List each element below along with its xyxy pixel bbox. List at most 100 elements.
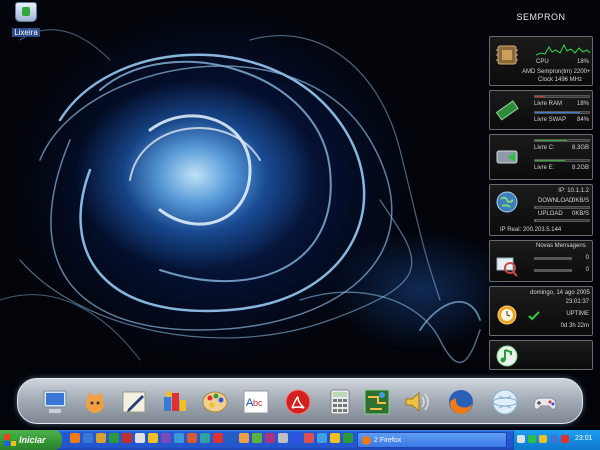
dock-item-globe[interactable] xyxy=(489,386,521,418)
quicklaunch-app1-icon[interactable] xyxy=(122,433,132,443)
svg-text:bc: bc xyxy=(253,398,263,408)
cpu-model: AMD Sempron(tm) 2200+ xyxy=(522,69,591,75)
dock-item-gamepad[interactable] xyxy=(529,386,561,418)
tray-alert-icon[interactable] xyxy=(561,435,569,443)
taskbar-button-firefox[interactable]: 2 Firefox xyxy=(357,432,507,448)
dock-item-network[interactable] xyxy=(361,386,393,418)
speaker-icon xyxy=(405,391,429,413)
tray-network-icon[interactable] xyxy=(517,435,525,443)
memory-panel: Livre RAM 18% Livre SWAP 84% xyxy=(489,90,593,130)
mail-search-icon[interactable] xyxy=(494,253,520,279)
quicklaunch-app14-icon[interactable] xyxy=(291,433,301,443)
quicklaunch-app18-icon[interactable] xyxy=(343,433,353,443)
start-button-label: Iniciar xyxy=(19,435,46,445)
check-icon xyxy=(528,311,540,321)
quicklaunch-app12-icon[interactable] xyxy=(265,433,275,443)
dock-item-calculator[interactable] xyxy=(324,386,356,418)
dock-item-palette[interactable] xyxy=(199,386,231,418)
date-text: domingo, 14 ago 2005 xyxy=(530,290,590,296)
firefox-icon xyxy=(449,390,473,415)
quicklaunch-firefox-icon[interactable] xyxy=(70,433,80,443)
tray-shield-icon[interactable] xyxy=(528,435,536,443)
dock-item-music[interactable] xyxy=(159,386,191,418)
cpu-value: 18% xyxy=(576,59,589,65)
quicklaunch-app10-icon[interactable] xyxy=(239,433,249,443)
network-icon xyxy=(364,389,390,415)
globe-network-icon xyxy=(496,191,518,213)
dock-item-firefox[interactable] xyxy=(445,386,477,418)
windows-logo-icon xyxy=(4,434,16,446)
mail-bar-2 xyxy=(534,269,572,272)
quicklaunch-media-icon[interactable] xyxy=(109,433,119,443)
cpu-chip-icon xyxy=(496,45,518,65)
quicklaunch-app3-icon[interactable] xyxy=(148,433,158,443)
quicklaunch-app15-icon[interactable] xyxy=(304,433,314,443)
quicklaunch-app9-icon[interactable] xyxy=(226,433,236,443)
system-monitor-sidebar: SEMPRON CPU 18% AMD Sempron(tm) 2200+ Cl… xyxy=(486,6,596,372)
ram-value: 18% xyxy=(576,101,589,107)
upload-value: 0KB/S xyxy=(571,211,589,217)
gamepad-icon xyxy=(533,397,557,410)
disk-c-bar xyxy=(534,139,590,142)
disk-panel: Livre C: 8.3GB Livre E: 8.2GB xyxy=(489,134,593,180)
pen-icon xyxy=(122,391,146,413)
quicklaunch-app6-icon[interactable] xyxy=(187,433,197,443)
mail-bar-1 xyxy=(534,257,572,260)
cat-icon xyxy=(86,392,104,413)
uptime-label: UPTIME xyxy=(566,311,589,317)
quicklaunch-app4-icon[interactable] xyxy=(161,433,171,443)
quicklaunch-app7-icon[interactable] xyxy=(200,433,210,443)
dock-item-computer[interactable] xyxy=(39,386,71,418)
media-player-icon[interactable] xyxy=(494,343,520,369)
download-bar xyxy=(534,206,590,209)
tray-monitor-icon[interactable] xyxy=(550,435,558,443)
quicklaunch-app16-icon[interactable] xyxy=(317,433,327,443)
quicklaunch-ie-icon[interactable] xyxy=(83,433,93,443)
firefox-small-icon xyxy=(362,435,371,445)
uptime-value: 0d 3h 22m xyxy=(560,323,589,329)
globe-icon xyxy=(492,389,518,415)
alarm-clock-icon xyxy=(497,305,517,325)
cpu-panel: CPU 18% AMD Sempron(tm) 2200+ Clock 1496… xyxy=(489,36,593,86)
quicklaunch-app8-icon[interactable] xyxy=(213,433,223,443)
swap-bar xyxy=(534,111,590,114)
quicklaunch-app2-icon[interactable] xyxy=(135,433,145,443)
ip-real: IP Real: 200.203.5.144 xyxy=(500,227,562,233)
drive-icon xyxy=(496,150,518,164)
quicklaunch-app13-icon[interactable] xyxy=(278,433,288,443)
quicklaunch-app5-icon[interactable] xyxy=(174,433,184,443)
mail-title: Novas Mensagens xyxy=(536,243,586,249)
dock-item-pen[interactable] xyxy=(119,386,151,418)
desktop-icon-recycle-bin[interactable]: Lixeira xyxy=(6,2,46,40)
dock-item-cat[interactable] xyxy=(79,386,111,418)
dock-item-acrobat[interactable] xyxy=(282,386,314,418)
cpu-usage-graph xyxy=(536,43,590,56)
computer-icon xyxy=(43,390,67,413)
recycle-bin-icon xyxy=(15,2,37,22)
start-button[interactable]: Iniciar xyxy=(0,430,62,450)
quicklaunch-folder-icon[interactable] xyxy=(96,433,106,443)
calculator-icon xyxy=(330,389,350,415)
disk-e-label: Livre E: xyxy=(534,165,555,171)
upload-bar xyxy=(534,219,590,222)
mail-panel: Novas Mensagens 0 0 xyxy=(489,240,593,282)
mail-count-2: 0 xyxy=(585,267,589,273)
ram-label: Livre RAM xyxy=(534,101,563,107)
tray-volume-icon[interactable] xyxy=(539,435,547,443)
sidebar-title: SEMPRON xyxy=(516,12,566,22)
download-value: 0KB/S xyxy=(571,198,589,204)
acrobat-icon xyxy=(285,389,311,415)
swap-label: Livre SWAP xyxy=(534,117,567,123)
disk-c-label: Livre C: xyxy=(534,145,555,151)
ram-bar xyxy=(534,95,590,98)
time-text: 23:01:37 xyxy=(565,299,589,305)
network-panel: IP: 10.1.1.2 DOWNLOAD 0KB/S UPLOAD 0KB/S… xyxy=(489,184,593,236)
memory-module-icon xyxy=(495,100,519,121)
disk-e-value: 8.2GB xyxy=(571,165,589,171)
palette-icon xyxy=(202,391,228,413)
quicklaunch-app11-icon[interactable] xyxy=(252,433,262,443)
dock-item-abc[interactable]: Abc xyxy=(240,386,272,418)
quicklaunch-app17-icon[interactable] xyxy=(330,433,340,443)
dock-item-speaker[interactable] xyxy=(400,386,432,418)
media-panel xyxy=(489,340,593,370)
